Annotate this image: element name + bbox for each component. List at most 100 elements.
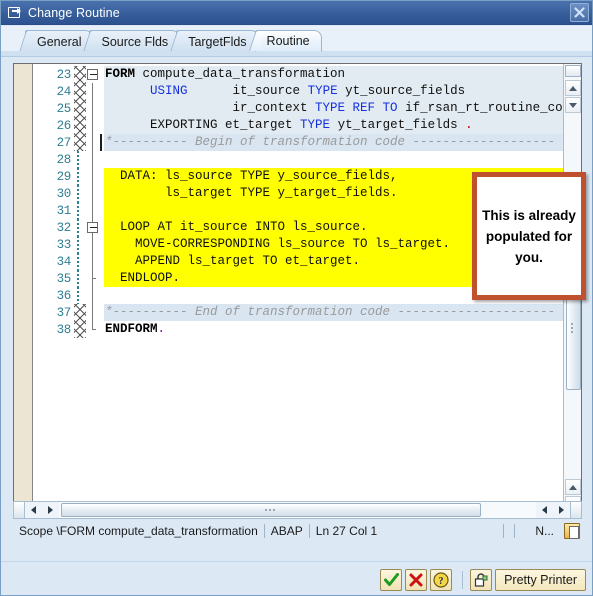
fold-toggle-icon[interactable] [87, 69, 98, 80]
code-line[interactable]: 26 EXPORTING et_target TYPE yt_target_fi… [34, 117, 563, 134]
fold-column[interactable] [86, 236, 99, 253]
protected-line-marker [74, 134, 86, 151]
scroll-up-button[interactable] [565, 80, 581, 96]
line-number: 37 [56, 305, 72, 320]
fold-column[interactable] [86, 151, 99, 168]
fold-column[interactable] [86, 83, 99, 100]
scroll-up-button-bottom[interactable] [565, 479, 581, 495]
svg-text:?: ? [439, 576, 444, 587]
hscroll-thumb[interactable] [61, 503, 481, 517]
cursor-marker [99, 202, 104, 219]
fold-line [92, 253, 93, 270]
code-line[interactable]: 24 USING it_source TYPE yt_source_fields [34, 83, 563, 100]
line-number: 26 [56, 118, 72, 133]
fold-line [92, 202, 93, 219]
code-line[interactable]: 27 *---------- Begin of transformation co… [34, 134, 563, 151]
fold-column[interactable] [86, 287, 99, 304]
fold-line [92, 83, 93, 100]
code-token: . [157, 322, 166, 336]
tab-routine[interactable]: Routine [254, 30, 322, 52]
status-cursor-position: Ln 27 Col 1 [315, 524, 378, 538]
hscroll-right-button-2[interactable] [553, 502, 570, 518]
unlock-button[interactable] [470, 568, 493, 591]
checkmark-icon [383, 572, 399, 586]
code-token: yt_source_fields [337, 84, 466, 98]
arrow-right-icon [559, 506, 564, 514]
tab-targetflds[interactable]: TargetFlds [176, 30, 259, 52]
help-button[interactable]: ? [430, 568, 453, 591]
fold-toggle-icon[interactable] [87, 222, 98, 233]
fold-column[interactable] [86, 202, 99, 219]
editable-line-marker [74, 168, 86, 185]
editable-line-marker [74, 151, 86, 168]
protected-line-marker [74, 304, 86, 321]
breakpoint-gutter[interactable] [14, 64, 33, 512]
code-line[interactable]: 38 ENDFORM. [34, 321, 563, 338]
line-number: 27 [56, 135, 72, 150]
tab-source-flds[interactable]: Source Flds [89, 30, 181, 52]
code-text[interactable]: *---------- Begin of transformation code… [104, 134, 563, 151]
fold-column[interactable] [86, 270, 99, 287]
fold-column[interactable] [86, 66, 99, 83]
close-button[interactable] [570, 3, 589, 22]
code-token: ENDFORM [105, 322, 158, 336]
window-title: Change Routine [28, 5, 120, 20]
code-line[interactable]: 28 [34, 151, 563, 168]
window-restore-icon [7, 6, 22, 20]
hscroll-right-button[interactable] [42, 502, 59, 518]
split-handle[interactable] [565, 65, 581, 77]
arrow-up-icon [569, 85, 577, 91]
code-token: ir_context [105, 101, 316, 115]
code-token: TYPE [300, 118, 331, 132]
code-text[interactable] [104, 151, 563, 168]
cursor-marker [99, 304, 104, 321]
confirm-button[interactable] [380, 568, 403, 591]
fold-column[interactable] [86, 304, 99, 321]
line-number: 25 [56, 101, 72, 116]
tab-label: General [37, 34, 82, 49]
fold-line [92, 236, 93, 253]
clipboard-icon[interactable] [564, 523, 580, 539]
cursor-marker [99, 100, 104, 117]
code-line[interactable]: 37 *---------- End of transformation code… [34, 304, 563, 321]
tab-label: TargetFlds [188, 34, 247, 49]
arrow-down-icon [569, 102, 577, 108]
tab-label: Source Flds [101, 34, 169, 49]
cancel-button[interactable] [405, 568, 428, 591]
line-number: 24 [56, 84, 72, 99]
code-text[interactable]: FORM compute_data_transformation [104, 66, 563, 83]
fold-line [92, 185, 93, 202]
code-text[interactable]: ir_context TYPE REF TO if_rsan_rt_routin… [104, 100, 563, 117]
hscroll-left-button-2[interactable] [536, 502, 553, 518]
line-number: 35 [56, 271, 72, 286]
tab-label: Routine [266, 34, 310, 48]
fold-column[interactable] [86, 253, 99, 270]
hscroll-left-button[interactable] [25, 502, 42, 518]
fold-line [92, 100, 93, 117]
code-text[interactable]: ENDFORM. [104, 321, 563, 338]
fold-column[interactable] [86, 168, 99, 185]
fold-column[interactable] [86, 219, 99, 236]
fold-column[interactable] [86, 321, 99, 338]
cursor-marker [99, 236, 104, 253]
fold-column[interactable] [86, 117, 99, 134]
fold-column[interactable] [86, 100, 99, 117]
scroll-down-button[interactable] [565, 97, 581, 113]
fold-column[interactable] [86, 185, 99, 202]
code-line[interactable]: 23 FORM compute_data_transformation [34, 66, 563, 83]
fold-column[interactable] [86, 134, 99, 151]
line-number: 29 [56, 169, 72, 184]
cursor-marker [99, 134, 104, 151]
pretty-printer-button[interactable]: Pretty Printer [495, 568, 586, 591]
code-text[interactable]: *---------- End of transformation code -… [104, 304, 563, 321]
cursor-marker [99, 83, 104, 100]
code-text[interactable]: EXPORTING et_target TYPE yt_target_field… [104, 117, 563, 134]
code-text[interactable]: USING it_source TYPE yt_source_fields [104, 83, 563, 100]
hscroll-track[interactable] [59, 502, 536, 518]
unlock-icon [474, 572, 488, 587]
line-number: 23 [56, 67, 72, 82]
code-line[interactable]: 25 ir_context TYPE REF TO if_rsan_rt_rou… [34, 100, 563, 117]
editor-horizontal-scrollbar[interactable] [13, 501, 582, 519]
line-number: 33 [56, 237, 72, 252]
